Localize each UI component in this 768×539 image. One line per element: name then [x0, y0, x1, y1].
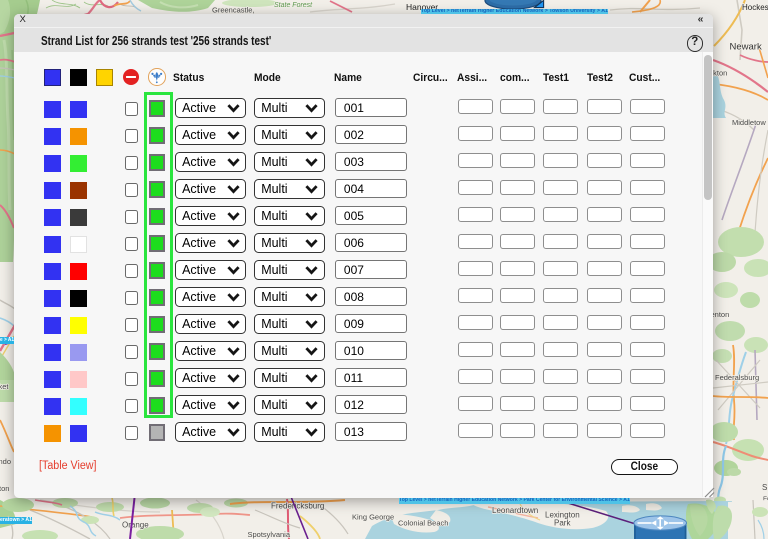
svg-text:Orange: Orange — [122, 521, 149, 530]
svg-text:Hockess: Hockess — [742, 3, 768, 12]
svg-text:King George: King George — [352, 513, 394, 522]
svg-text:lkton: lkton — [712, 69, 728, 78]
svg-text:ton: ton — [0, 484, 9, 493]
svg-text:Federalsburg: Federalsburg — [715, 373, 759, 382]
svg-text:S: S — [762, 483, 767, 492]
svg-text:Newark: Newark — [730, 42, 762, 53]
svg-text:Park: Park — [554, 519, 571, 528]
svg-text:Spotsylvania: Spotsylvania — [248, 530, 291, 539]
svg-text:ndo: ndo — [0, 457, 11, 466]
svg-text:State Forest: State Forest — [274, 2, 313, 9]
svg-text:Fredericksburg: Fredericksburg — [271, 502, 324, 511]
svg-text:Colonial Beach: Colonial Beach — [398, 519, 448, 528]
svg-text:Leonardtown: Leonardtown — [492, 506, 538, 515]
svg-text:enton: enton — [711, 310, 730, 319]
svg-text:ket: ket — [0, 382, 9, 391]
svg-text:Middletow: Middletow — [732, 118, 766, 127]
